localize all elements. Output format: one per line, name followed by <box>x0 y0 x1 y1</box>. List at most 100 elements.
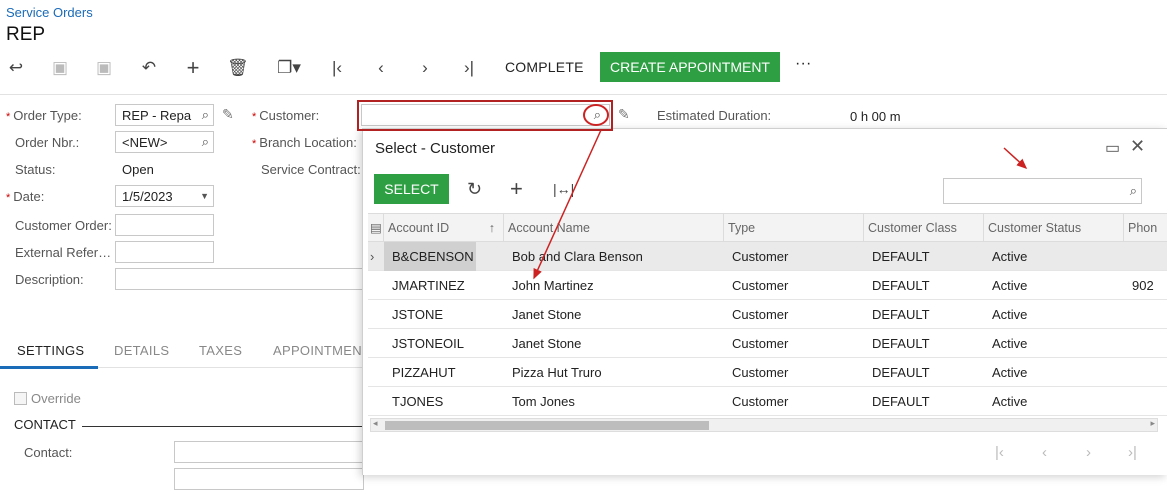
last-page-icon[interactable]: ›| <box>459 58 479 78</box>
override-checkbox[interactable] <box>14 392 27 405</box>
chevron-left-icon[interactable]: ‹ <box>1042 444 1047 461</box>
arrow-back-icon[interactable]: ↩ <box>6 58 26 78</box>
column-customer-status[interactable]: Customer Status <box>984 214 1124 242</box>
plus-icon[interactable]: + <box>510 176 523 202</box>
save-icon[interactable]: ▣ <box>94 58 114 78</box>
close-icon[interactable]: ✕ <box>1130 136 1145 157</box>
chevron-left-icon[interactable]: ‹ <box>371 58 391 78</box>
active-tab-indicator <box>0 366 98 369</box>
scroll-right-icon[interactable]: ▸ <box>1150 418 1155 429</box>
plus-icon[interactable]: + <box>183 57 203 79</box>
cell-account-name: Pizza Hut Truro <box>512 365 602 380</box>
contact-field[interactable] <box>174 441 364 463</box>
cell-status: Active <box>992 365 1028 380</box>
column-account-id[interactable]: Account ID ↑ <box>384 214 504 242</box>
trash-icon[interactable]: 🗑 <box>227 58 249 78</box>
column-account-name[interactable]: Account Name <box>504 214 724 242</box>
toolbar: ↩ ▣ ▣ ↶ + 🗑 ❐▾ |‹ ‹ › ›| COMPLETE CREATE… <box>0 52 1167 82</box>
service-contract-label: Service Contract: <box>261 162 361 177</box>
save-close-icon[interactable]: ▣ <box>50 58 70 78</box>
cell-type: Customer <box>732 336 789 351</box>
cell-class: DEFAULT <box>872 365 930 380</box>
order-type-field[interactable]: REP - Repa ⌕ <box>115 104 214 126</box>
customer-order-label: Customer Order: <box>15 218 112 233</box>
column-customer-class[interactable]: Customer Class <box>864 214 984 242</box>
edit-icon[interactable]: ✎ <box>618 106 630 123</box>
table-row[interactable]: JSTONE Janet Stone Customer DEFAULT Acti… <box>368 300 1167 329</box>
last-page-icon[interactable]: ›| <box>1128 444 1137 461</box>
contact-field-2[interactable] <box>174 468 364 490</box>
search-input[interactable]: ⌕ <box>943 178 1142 204</box>
external-ref-label: External Refer… <box>15 245 112 260</box>
table-row[interactable]: TJONES Tom Jones Customer DEFAULT Active <box>368 387 1167 416</box>
dialog-title: Select - Customer <box>375 140 496 157</box>
first-page-icon[interactable]: |‹ <box>995 444 1004 461</box>
date-field[interactable]: 1/5/2023 ▼ <box>115 185 214 207</box>
cell-class: DEFAULT <box>872 336 930 351</box>
column-settings-icon[interactable]: ▤ <box>368 214 384 242</box>
description-label: Description: <box>15 272 84 287</box>
search-icon[interactable]: ⌕ <box>202 107 209 123</box>
search-icon[interactable]: ⌕ <box>1130 183 1137 199</box>
cell-account-id[interactable]: JMARTINEZ <box>384 271 504 300</box>
table-row[interactable]: › B&CBENSON Bob and Clara Benson Custome… <box>368 242 1167 271</box>
cell-account-id[interactable]: TJONES <box>384 387 504 416</box>
date-label: * Date: <box>6 189 45 204</box>
copy-icon[interactable]: ❐▾ <box>271 58 307 78</box>
customer-grid: ▤ Account ID ↑ Account Name Type Customer… <box>368 213 1167 433</box>
undo-icon[interactable]: ↶ <box>139 58 159 78</box>
highlight-box <box>357 100 613 131</box>
cell-status: Active <box>992 249 1028 264</box>
table-row[interactable]: PIZZAHUT Pizza Hut Truro Customer DEFAUL… <box>368 358 1167 387</box>
tab-appointments[interactable]: APPOINTMENT <box>273 343 370 358</box>
breadcrumb[interactable]: Service Orders <box>6 5 93 20</box>
estimated-duration-value: 0 h 00 m <box>850 109 901 124</box>
cell-account-id[interactable]: B&CBENSON <box>384 242 476 271</box>
table-row[interactable]: JMARTINEZ John Martinez Customer DEFAULT… <box>368 271 1167 300</box>
cell-phone <box>1124 300 1167 329</box>
more-icon[interactable]: ··· <box>795 55 812 73</box>
fit-columns-icon[interactable]: |↔| <box>553 181 574 197</box>
contact-section-title: CONTACT <box>14 417 76 432</box>
edit-icon[interactable]: ✎ <box>222 106 234 123</box>
chevron-right-icon[interactable]: › <box>415 58 435 78</box>
complete-button[interactable]: COMPLETE <box>505 59 584 75</box>
external-ref-field[interactable] <box>115 241 214 263</box>
column-phone[interactable]: Phon <box>1124 214 1167 242</box>
cell-account-id[interactable]: JSTONE <box>384 300 504 329</box>
maximize-icon[interactable]: ▭ <box>1105 138 1120 158</box>
status-label: Status: <box>15 162 56 177</box>
tab-settings[interactable]: SETTINGS <box>17 343 84 358</box>
grid-header: ▤ Account ID ↑ Account Name Type Customer… <box>368 214 1167 242</box>
scroll-thumb[interactable] <box>385 421 709 430</box>
tab-details[interactable]: DETAILS <box>114 343 169 358</box>
section-divider <box>82 426 362 427</box>
description-field[interactable] <box>115 268 365 290</box>
cell-account-id[interactable]: JSTONEOIL <box>384 329 504 358</box>
tab-bar: SETTINGS DETAILS TAXES APPOINTMENT <box>0 330 370 369</box>
cell-account-name: Janet Stone <box>512 307 582 322</box>
order-type-label: * Order Type: <box>6 108 82 123</box>
horizontal-scrollbar[interactable]: ◂ ▸ <box>370 418 1158 432</box>
cell-type: Customer <box>732 278 789 293</box>
first-page-icon[interactable]: |‹ <box>327 58 347 78</box>
scroll-left-icon[interactable]: ◂ <box>373 418 378 429</box>
column-type[interactable]: Type <box>724 214 864 242</box>
create-appointment-button[interactable]: CREATE APPOINTMENT <box>600 52 780 82</box>
cell-status: Active <box>992 307 1028 322</box>
status-value: Open <box>122 162 154 177</box>
cell-account-id[interactable]: PIZZAHUT <box>384 358 504 387</box>
refresh-icon[interactable]: ↻ <box>467 179 482 200</box>
dropdown-caret-icon[interactable]: ▼ <box>200 191 209 201</box>
cell-type: Customer <box>732 249 789 264</box>
order-nbr-field[interactable]: <NEW> ⌕ <box>115 131 214 153</box>
chevron-right-icon[interactable]: › <box>1086 444 1091 461</box>
search-icon[interactable]: ⌕ <box>202 134 209 150</box>
select-customer-dialog: Select - Customer ▭ ✕ SELECT ↻ + |↔| ⌕ ▤… <box>362 128 1167 475</box>
cell-class: DEFAULT <box>872 278 930 293</box>
select-button[interactable]: SELECT <box>374 174 449 204</box>
table-row[interactable]: JSTONEOIL Janet Stone Customer DEFAULT A… <box>368 329 1167 358</box>
tab-taxes[interactable]: TAXES <box>199 343 242 358</box>
customer-order-field[interactable] <box>115 214 214 236</box>
cell-account-name: John Martinez <box>512 278 594 293</box>
